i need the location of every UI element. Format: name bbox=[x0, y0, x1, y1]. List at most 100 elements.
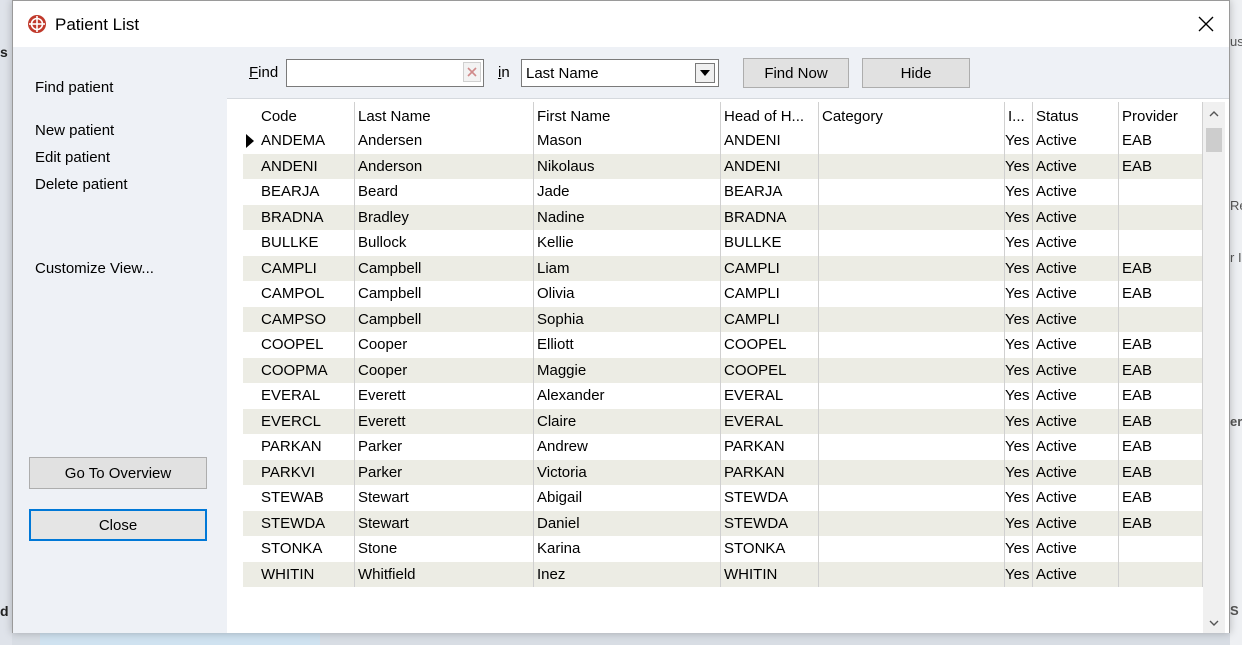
cell-provider bbox=[1119, 204, 1203, 230]
table-row[interactable]: BEARJA Beard Jade BEARJA Yes Active bbox=[243, 179, 1203, 205]
search-field-select[interactable]: Last Name bbox=[521, 59, 719, 87]
cell-head-of-household: CAMPLI bbox=[721, 281, 819, 307]
table-row[interactable]: COOPMA Cooper Maggie COOPEL Yes Active EAB bbox=[243, 357, 1203, 383]
close-button[interactable]: Close bbox=[29, 509, 207, 541]
cell-code: COOPMA bbox=[258, 357, 355, 383]
chevron-down-icon bbox=[1209, 620, 1219, 626]
cell-provider: EAB bbox=[1119, 128, 1203, 154]
cell-first-name: Nadine bbox=[534, 204, 721, 230]
table-row[interactable]: PARKAN Parker Andrew PARKAN Yes Active EAB bbox=[243, 434, 1203, 460]
customize-view-link[interactable]: Customize View... bbox=[35, 260, 154, 277]
cell-last-name: Stewart bbox=[355, 510, 534, 536]
table-row[interactable]: CAMPOL Campbell Olivia CAMPLI Yes Active EAB bbox=[243, 281, 1203, 307]
column-header-provider[interactable]: Provider bbox=[1119, 102, 1203, 128]
cell-first-name: Alexander bbox=[534, 383, 721, 409]
cell-last-name: Cooper bbox=[355, 357, 534, 383]
cell-insured: Yes bbox=[1005, 332, 1033, 358]
scroll-up-button[interactable] bbox=[1203, 102, 1225, 126]
cell-provider: EAB bbox=[1119, 434, 1203, 460]
cell-last-name: Stone bbox=[355, 536, 534, 562]
table-row[interactable]: CAMPLI Campbell Liam CAMPLI Yes Active EAB bbox=[243, 255, 1203, 281]
cell-category bbox=[819, 357, 1005, 383]
cell-provider: EAB bbox=[1119, 153, 1203, 179]
new-patient-link[interactable]: New patient bbox=[35, 122, 114, 139]
table-row[interactable]: ANDEMA Andersen Mason ANDENI Yes Active EAB bbox=[243, 128, 1203, 154]
table-row[interactable]: STEWAB Stewart Abigail STEWDA Yes Active EAB bbox=[243, 485, 1203, 511]
table-row[interactable]: CAMPSO Campbell Sophia CAMPLI Yes Active bbox=[243, 306, 1203, 332]
cell-category bbox=[819, 536, 1005, 562]
cell-code: COOPEL bbox=[258, 332, 355, 358]
cell-first-name: Liam bbox=[534, 255, 721, 281]
table-row[interactable]: EVERAL Everett Alexander EVERAL Yes Active EAB bbox=[243, 383, 1203, 409]
table-row[interactable]: PARKVI Parker Victoria PARKAN Yes Active EAB bbox=[243, 459, 1203, 485]
background-right-text-3: r I bbox=[1230, 250, 1242, 265]
find-now-button[interactable]: Find Now bbox=[743, 58, 849, 88]
close-window-button[interactable] bbox=[1183, 7, 1229, 41]
cell-code: EVERCL bbox=[258, 408, 355, 434]
cell-provider bbox=[1119, 306, 1203, 332]
cell-status: Active bbox=[1033, 153, 1119, 179]
cell-first-name: Elliott bbox=[534, 332, 721, 358]
clear-search-button[interactable] bbox=[463, 62, 481, 82]
column-header-category[interactable]: Category bbox=[819, 102, 1005, 128]
cell-insured: Yes bbox=[1005, 357, 1033, 383]
chevron-down-icon bbox=[700, 70, 710, 76]
cell-provider: EAB bbox=[1119, 485, 1203, 511]
cell-last-name: Campbell bbox=[355, 255, 534, 281]
cell-category bbox=[819, 204, 1005, 230]
column-header-first-name[interactable]: First Name bbox=[534, 102, 721, 128]
cell-category bbox=[819, 434, 1005, 460]
cell-category bbox=[819, 281, 1005, 307]
cell-head-of-household: ANDENI bbox=[721, 128, 819, 154]
find-input[interactable] bbox=[286, 59, 484, 87]
cell-category bbox=[819, 306, 1005, 332]
cell-status: Active bbox=[1033, 306, 1119, 332]
scroll-down-button[interactable] bbox=[1203, 611, 1225, 635]
background-bottom-highlight bbox=[40, 633, 320, 645]
cell-code: CAMPOL bbox=[258, 281, 355, 307]
cell-provider bbox=[1119, 179, 1203, 205]
table-row[interactable]: STEWDA Stewart Daniel STEWDA Yes Active EAB bbox=[243, 510, 1203, 536]
cell-provider bbox=[1119, 561, 1203, 587]
cell-code: CAMPLI bbox=[258, 255, 355, 281]
column-header-last-name[interactable]: Last Name bbox=[355, 102, 534, 128]
table-row[interactable]: STONKA Stone Karina STONKA Yes Active bbox=[243, 536, 1203, 562]
hide-button[interactable]: Hide bbox=[862, 58, 970, 88]
cell-last-name: Campbell bbox=[355, 306, 534, 332]
table-row[interactable]: EVERCL Everett Claire EVERAL Yes Active EAB bbox=[243, 408, 1203, 434]
find-patient-link[interactable]: Find patient bbox=[35, 79, 113, 96]
cell-head-of-household: WHITIN bbox=[721, 561, 819, 587]
cell-insured: Yes bbox=[1005, 128, 1033, 154]
cell-category bbox=[819, 153, 1005, 179]
dialog-title: Patient List bbox=[55, 15, 140, 34]
scroll-thumb[interactable] bbox=[1206, 128, 1222, 152]
table-row[interactable]: WHITIN Whitfield Inez WHITIN Yes Active bbox=[243, 561, 1203, 587]
cell-first-name: Claire bbox=[534, 408, 721, 434]
table-row[interactable]: BRADNA Bradley Nadine BRADNA Yes Active bbox=[243, 204, 1203, 230]
chevron-up-icon bbox=[1209, 111, 1219, 117]
cell-status: Active bbox=[1033, 459, 1119, 485]
go-to-overview-button[interactable]: Go To Overview bbox=[29, 457, 207, 489]
cell-status: Active bbox=[1033, 408, 1119, 434]
column-header-head-of-household[interactable]: Head of H... bbox=[721, 102, 819, 128]
table-row[interactable]: BULLKE Bullock Kellie BULLKE Yes Active bbox=[243, 230, 1203, 256]
table-row[interactable]: ANDENI Anderson Nikolaus ANDENI Yes Active EAB bbox=[243, 153, 1203, 179]
vertical-scrollbar[interactable] bbox=[1203, 102, 1225, 633]
table-row[interactable]: COOPEL Cooper Elliott COOPEL Yes Active EAB bbox=[243, 332, 1203, 358]
cell-first-name: Olivia bbox=[534, 281, 721, 307]
cell-code: EVERAL bbox=[258, 383, 355, 409]
background-left-text-2: d bbox=[0, 603, 9, 619]
cell-head-of-household: STEWDA bbox=[721, 485, 819, 511]
cell-insured: Yes bbox=[1005, 281, 1033, 307]
cell-status: Active bbox=[1033, 536, 1119, 562]
column-header-status[interactable]: Status bbox=[1033, 102, 1119, 128]
column-header-insured[interactable]: I... bbox=[1005, 102, 1033, 128]
column-header-code[interactable]: Code bbox=[258, 102, 355, 128]
delete-patient-link[interactable]: Delete patient bbox=[35, 176, 128, 193]
cell-insured: Yes bbox=[1005, 459, 1033, 485]
cell-provider: EAB bbox=[1119, 459, 1203, 485]
app-logo-icon bbox=[28, 15, 46, 33]
edit-patient-link[interactable]: Edit patient bbox=[35, 149, 110, 166]
dropdown-arrow[interactable] bbox=[695, 63, 715, 83]
cell-status: Active bbox=[1033, 383, 1119, 409]
